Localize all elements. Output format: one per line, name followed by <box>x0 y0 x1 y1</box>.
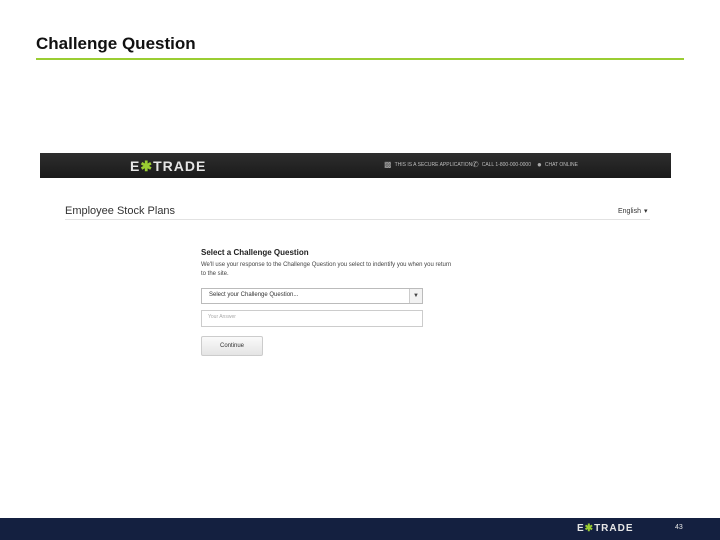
language-selector[interactable]: English ▾ <box>618 207 648 216</box>
title-divider <box>36 58 684 60</box>
form-title: Select a Challenge Question <box>201 248 309 257</box>
lock-icon: ▩ <box>384 160 392 169</box>
top-navigation-bar: E✱TRADE ▩ THIS IS A SECURE APPLICATION ✆… <box>40 153 671 178</box>
footer-logo-star-icon: ✱ <box>584 523 595 534</box>
logo-text-e: E <box>130 158 141 174</box>
slide-footer: E✱TRADE 43 <box>0 518 720 540</box>
secure-application-label: THIS IS A SECURE APPLICATION <box>394 162 473 168</box>
form-description: We'll use your response to the Challenge… <box>201 262 452 277</box>
slide-title: Challenge Question <box>36 34 196 53</box>
footer-logo-text-e: E <box>577 523 585 534</box>
answer-placeholder: Your Answer <box>208 314 236 320</box>
continue-button[interactable]: Continue <box>201 336 263 356</box>
header-divider <box>65 219 650 220</box>
footer-logo-text-trade: TRADE <box>594 523 634 534</box>
page-header: Employee Stock Plans <box>65 205 176 217</box>
call-label: CALL 1-800-000-0000 <box>481 162 531 168</box>
logo-text-trade: TRADE <box>153 158 207 174</box>
select-value: Select your Challenge Question... <box>209 292 299 298</box>
dropdown-arrow-icon[interactable]: ▼ <box>409 289 422 303</box>
answer-input[interactable]: Your Answer <box>201 310 423 327</box>
etrade-logo[interactable]: E✱TRADE <box>130 158 206 175</box>
phone-icon: ✆ <box>472 160 479 169</box>
page-number: 43 <box>675 524 683 531</box>
secure-application-indicator: ▩ THIS IS A SECURE APPLICATION <box>384 161 472 169</box>
chat-online-label: CHAT ONLINE <box>544 162 578 168</box>
embedded-screenshot: E✱TRADE ▩ THIS IS A SECURE APPLICATION ✆… <box>40 153 671 373</box>
language-label: English <box>618 207 641 215</box>
chat-online-link[interactable]: ● CHAT ONLINE <box>537 161 578 169</box>
challenge-question-form: Select a Challenge Question We'll use yo… <box>201 248 451 356</box>
chevron-down-icon: ▾ <box>643 208 648 215</box>
chat-bubble-icon: ● <box>537 160 542 169</box>
footer-etrade-logo: E✱TRADE <box>577 523 634 534</box>
challenge-question-select[interactable]: Select your Challenge Question... ▼ <box>201 288 423 304</box>
logo-star-icon: ✱ <box>140 158 154 174</box>
call-link[interactable]: ✆ CALL 1-800-000-0000 <box>472 161 531 169</box>
